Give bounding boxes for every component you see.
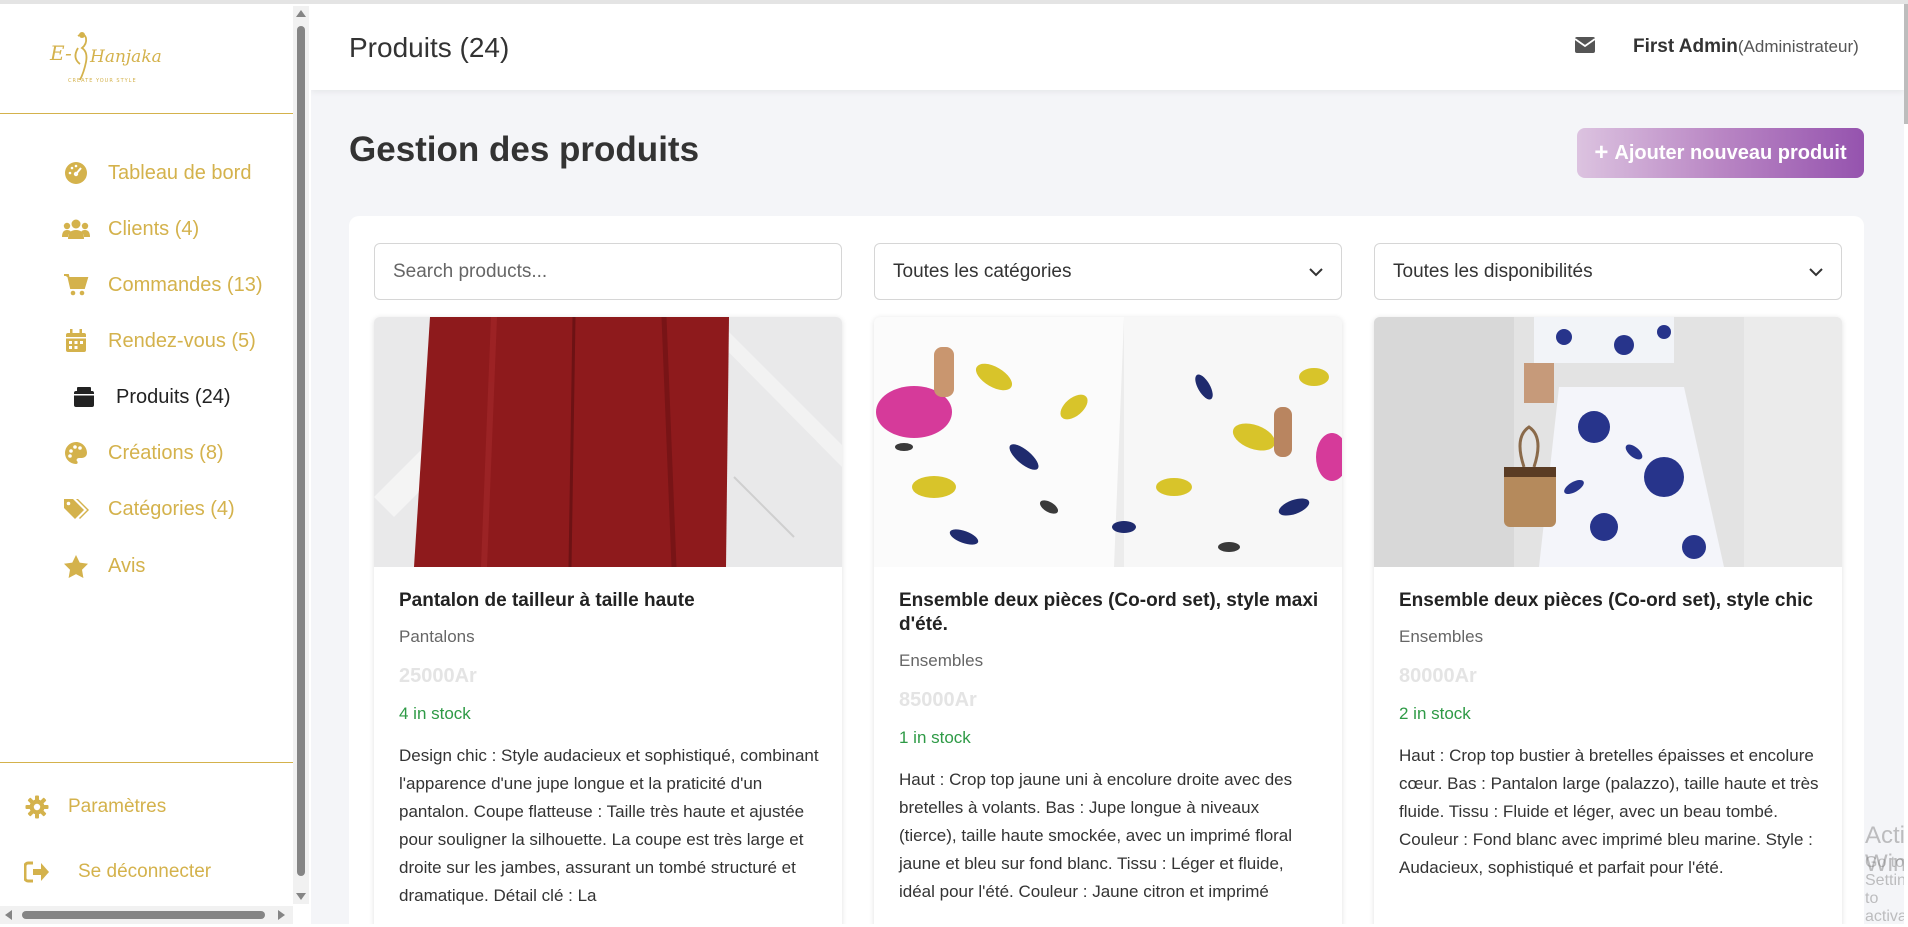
user-info[interactable]: First Admin(Administrateur): [1633, 36, 1859, 58]
settings-button[interactable]: Paramètres: [24, 790, 166, 824]
sidebar-item-label: Catégories (4): [108, 497, 235, 520]
sidebar-item-label: Clients (4): [108, 217, 200, 240]
svg-text:E-: E-: [49, 41, 72, 65]
product-card[interactable]: Ensemble deux pièces (Co-ord set), style…: [874, 317, 1342, 924]
scroll-right-arrow[interactable]: [278, 910, 285, 920]
cart-icon: [62, 271, 90, 299]
sidebar-item-categories[interactable]: Catégories (4): [62, 492, 235, 526]
sidebar-item-label: Rendez-vous (5): [108, 329, 256, 352]
product-stock: 4 in stock: [399, 704, 471, 723]
logout-button[interactable]: Se déconnecter: [24, 855, 211, 889]
sidebar-item-orders[interactable]: Commandes (13): [62, 268, 263, 302]
svg-text:Hanjaka: Hanjaka: [89, 47, 162, 67]
page-title: Gestion des produits: [349, 130, 700, 169]
sidebar-item-clients[interactable]: Clients (4): [62, 212, 199, 246]
top-header: Produits (24) First Admin(Administrateur…: [311, 4, 1904, 90]
sidebar-vertical-scrollbar[interactable]: [293, 6, 309, 904]
windows-activation-hint: Go to Settings to activate Windows.: [1865, 854, 1904, 924]
product-price: 25000Ar: [399, 665, 477, 687]
box-icon: [70, 383, 98, 411]
scroll-down-arrow[interactable]: [296, 893, 306, 900]
sign-out-icon: [24, 859, 50, 885]
sidebar-item-creations[interactable]: Créations (8): [62, 436, 224, 470]
chevron-down-icon: [1809, 267, 1823, 276]
product-image[interactable]: [374, 317, 842, 567]
category-select-value: Toutes les catégories: [893, 260, 1072, 282]
product-title: Ensemble deux pièces (Co-ord set), style…: [899, 590, 1319, 635]
sidebar-item-reviews[interactable]: Avis: [62, 549, 145, 583]
chevron-down-icon: [1309, 267, 1323, 276]
sidebar-item-label: Commandes (13): [108, 273, 263, 296]
sidebar-item-label: Avis: [108, 554, 146, 577]
sidebar-divider: [0, 762, 293, 763]
category-select[interactable]: Toutes les catégories: [874, 243, 1342, 300]
dashboard-icon: [62, 159, 90, 187]
sidebar-item-label: Produits (24): [116, 385, 231, 408]
users-icon: [62, 215, 90, 243]
gear-icon: [24, 794, 50, 820]
main-scrollbar-thumb[interactable]: [1904, 4, 1908, 124]
sidebar-divider: [0, 113, 293, 114]
star-icon: [62, 552, 90, 580]
sidebar-horizontal-scrollbar[interactable]: [0, 906, 293, 924]
availability-select[interactable]: Toutes les disponibilités: [1374, 243, 1842, 300]
products-panel: Toutes les catégories Toutes les disponi…: [349, 216, 1864, 924]
settings-label: Paramètres: [68, 796, 167, 817]
sidebar-item-appointments[interactable]: Rendez-vous (5): [62, 324, 256, 358]
plus-icon: +: [1594, 139, 1609, 166]
brand-logo[interactable]: E- Hanjaka CREATE YOUR STYLE: [48, 28, 178, 90]
availability-select-value: Toutes les disponibilités: [1393, 260, 1593, 282]
scroll-left-arrow[interactable]: [5, 910, 12, 920]
user-role: (Administrateur): [1737, 37, 1859, 56]
product-description: Haut : Crop top jaune uni à encolure dro…: [899, 770, 1293, 901]
product-card[interactable]: Pantalon de tailleur à taille haute Pant…: [374, 317, 842, 924]
envelope-icon[interactable]: [1574, 36, 1596, 54]
main-content: Produits (24) First Admin(Administrateur…: [311, 4, 1904, 924]
product-price: 80000Ar: [1399, 665, 1477, 687]
product-stock: 1 in stock: [899, 728, 971, 747]
user-name: First Admin: [1633, 36, 1738, 57]
product-category: Ensembles: [899, 651, 984, 670]
product-title: Ensemble deux pièces (Co-ord set), style…: [1399, 590, 1813, 611]
scrollbar-thumb[interactable]: [22, 911, 265, 919]
product-card-body: Pantalon de tailleur à taille haute Pant…: [399, 589, 819, 910]
scrollbar-thumb[interactable]: [297, 26, 305, 876]
product-price: 85000Ar: [899, 689, 977, 711]
search-input[interactable]: [374, 243, 842, 300]
windows-activation-watermark: Activate Windows: [1865, 822, 1904, 877]
logout-label: Se déconnecter: [78, 861, 212, 882]
product-description: Design chic : Style audacieux et sophist…: [399, 746, 819, 905]
sidebar-item-label: Tableau de bord: [108, 161, 252, 184]
sidebar-item-products[interactable]: Produits (24): [70, 380, 231, 414]
product-category: Ensembles: [1399, 627, 1484, 646]
product-category: Pantalons: [399, 627, 475, 646]
product-description: Haut : Crop top bustier à bretelles épai…: [1399, 746, 1819, 877]
tags-icon: [62, 495, 90, 523]
sidebar-item-dashboard[interactable]: Tableau de bord: [62, 156, 251, 190]
calendar-icon: [62, 327, 90, 355]
product-card-body: Ensemble deux pièces (Co-ord set), style…: [899, 589, 1319, 906]
sidebar-item-label: Créations (8): [108, 441, 224, 464]
product-card[interactable]: Ensemble deux pièces (Co-ord set), style…: [1374, 317, 1842, 924]
sidebar: E- Hanjaka CREATE YOUR STYLE Tableau de …: [0, 4, 293, 901]
product-image[interactable]: [874, 317, 1342, 567]
scroll-up-arrow[interactable]: [296, 10, 306, 17]
header-title: Produits (24): [349, 32, 510, 63]
product-stock: 2 in stock: [1399, 704, 1471, 723]
product-card-body: Ensemble deux pièces (Co-ord set), style…: [1399, 589, 1819, 882]
add-product-label: Ajouter nouveau produit: [1614, 141, 1847, 164]
palette-icon: [62, 439, 90, 467]
product-image[interactable]: [1374, 317, 1842, 567]
svg-text:CREATE YOUR STYLE: CREATE YOUR STYLE: [68, 78, 137, 84]
add-product-button[interactable]: + Ajouter nouveau produit: [1577, 128, 1864, 178]
product-title: Pantalon de tailleur à taille haute: [399, 590, 695, 611]
